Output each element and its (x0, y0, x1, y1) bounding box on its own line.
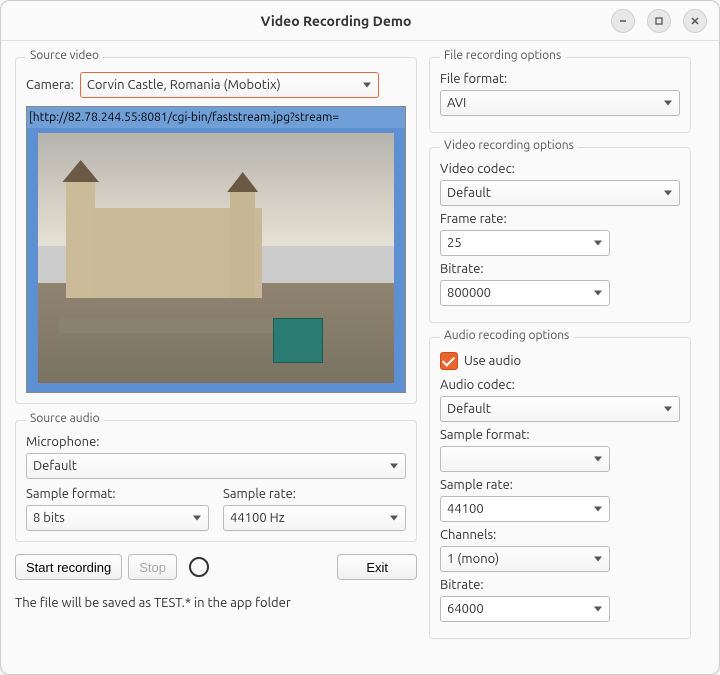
channels-label: Channels: (440, 528, 680, 542)
audio-codec-value: Default (447, 402, 491, 416)
close-button[interactable] (683, 9, 707, 33)
channels-value: 1 (mono) (447, 552, 499, 566)
audio-bitrate-value: 64000 (447, 602, 484, 616)
channels-select[interactable]: 1 (mono) (440, 546, 610, 572)
source-audio-title: Source audio (26, 412, 104, 425)
maximize-button[interactable] (647, 9, 671, 33)
sa-sample-format-select[interactable]: 8 bits (26, 505, 209, 531)
app-window: Video Recording Demo Source video Camera… (0, 0, 720, 675)
action-row: Start recording Stop Exit (15, 554, 417, 580)
video-codec-select[interactable]: Default (440, 180, 680, 206)
video-recording-group: Video recording options Video codec: Def… (429, 147, 691, 323)
camera-label: Camera: (26, 78, 74, 92)
video-recording-title: Video recording options (440, 139, 578, 152)
video-codec-value: Default (447, 186, 491, 200)
sa-sample-rate-label: Sample rate: (223, 487, 296, 501)
file-format-select[interactable]: AVI (440, 90, 680, 116)
stop-recording-button[interactable]: Stop (128, 554, 177, 580)
frame-rate-label: Frame rate: (440, 212, 680, 226)
video-codec-label: Video codec: (440, 162, 680, 176)
microphone-label: Microphone: (26, 435, 406, 449)
source-video-group: Source video Camera: Corvin Castle, Roma… (15, 57, 417, 404)
source-audio-group: Source audio Microphone: Default Sample … (15, 420, 417, 542)
audio-codec-label: Audio codec: (440, 378, 680, 392)
ar-sample-format-label: Sample format: (440, 428, 680, 442)
frame-rate-value: 25 (447, 236, 462, 250)
video-bitrate-value: 800000 (447, 286, 491, 300)
sa-sample-rate-value: 44100 Hz (230, 511, 285, 525)
video-bitrate-input[interactable]: 800000 (440, 280, 610, 306)
microphone-value: Default (33, 459, 77, 473)
ar-sample-rate-value: 44100 (447, 502, 484, 516)
file-recording-title: File recording options (440, 49, 565, 62)
file-format-value: AVI (447, 96, 466, 110)
camera-select[interactable]: Corvin Castle, Romania (Mobotix) (80, 72, 379, 98)
ar-sample-rate-label: Sample rate: (440, 478, 680, 492)
titlebar: Video Recording Demo (1, 1, 719, 41)
camera-value: Corvin Castle, Romania (Mobotix) (87, 78, 281, 92)
frame-rate-input[interactable]: 25 (440, 230, 610, 256)
sa-sample-format-value: 8 bits (33, 511, 65, 525)
file-recording-group: File recording options File format: AVI (429, 57, 691, 133)
window-title: Video Recording Demo (61, 13, 611, 29)
video-bitrate-label: Bitrate: (440, 262, 680, 276)
recording-indicator-icon (189, 557, 209, 577)
microphone-select[interactable]: Default (26, 453, 406, 479)
preview-area: [http://82.78.244.55:8081/cgi-bin/fastst… (26, 106, 406, 393)
use-audio-label: Use audio (464, 354, 521, 368)
ar-sample-rate-input[interactable]: 44100 (440, 496, 610, 522)
sa-sample-format-label: Sample format: (26, 487, 116, 501)
source-video-title: Source video (26, 49, 103, 62)
use-audio-checkbox[interactable] (440, 352, 458, 370)
file-format-label: File format: (440, 72, 680, 86)
preview-url: [http://82.78.244.55:8081/cgi-bin/fastst… (27, 107, 405, 128)
ar-sample-format-select[interactable] (440, 446, 610, 472)
audio-codec-select[interactable]: Default (440, 396, 680, 422)
sa-sample-rate-select[interactable]: 44100 Hz (223, 505, 406, 531)
minimize-button[interactable] (611, 9, 635, 33)
audio-recording-title: Audio recoding options (440, 329, 573, 342)
audio-bitrate-label: Bitrate: (440, 578, 680, 592)
audio-bitrate-input[interactable]: 64000 (440, 596, 610, 622)
save-note: The file will be saved as TEST.* in the … (15, 596, 417, 610)
preview-image (37, 132, 395, 384)
exit-button[interactable]: Exit (337, 554, 417, 580)
start-recording-button[interactable]: Start recording (15, 554, 122, 580)
audio-recording-group: Audio recoding options Use audio Audio c… (429, 337, 691, 639)
